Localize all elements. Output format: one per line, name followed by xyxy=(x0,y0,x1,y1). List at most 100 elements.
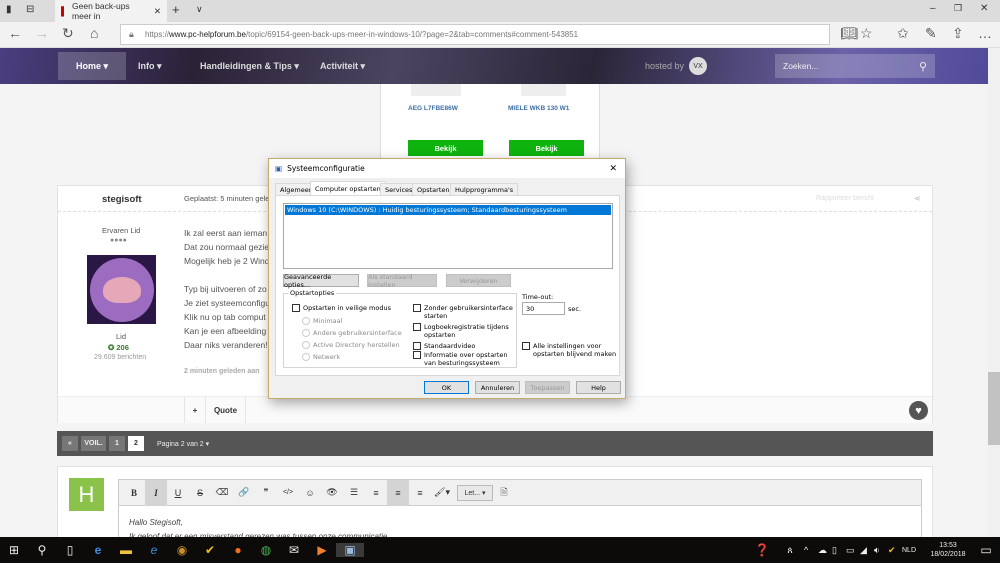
more-icon[interactable]: … xyxy=(978,25,992,41)
page-jump-dropdown[interactable]: Pagina 2 van 2 ▾ xyxy=(157,440,209,448)
nav-home[interactable]: Home ▾ xyxy=(58,52,126,80)
restore-icon[interactable]: ❐ xyxy=(954,3,962,14)
os-list-item[interactable]: Windows 10 (C:\WINDOWS) : Huidig besturi… xyxy=(285,205,611,215)
search-icon[interactable]: ⚲ xyxy=(28,543,56,557)
tab-actions-icon[interactable]: ▮ xyxy=(6,4,12,15)
first-page-button[interactable]: « xyxy=(62,436,78,451)
safe-mode-checkbox[interactable]: Opstarten in veilige modus xyxy=(292,304,391,312)
product-name[interactable]: AEG L7FBE86W xyxy=(408,105,458,112)
vx-logo[interactable]: VX xyxy=(689,57,708,75)
nav-activiteit[interactable]: Activiteit ▾ xyxy=(320,48,365,84)
norton-icon[interactable]: ✔ xyxy=(196,543,224,557)
task-view-icon[interactable]: ▯ xyxy=(56,543,84,557)
close-window-icon[interactable]: ✕ xyxy=(980,3,988,14)
nav-info[interactable]: Info ▾ xyxy=(138,48,162,84)
boot-log-checkbox[interactable]: Logboekregistratie tijdens opstarten xyxy=(413,323,513,339)
favorite-star-icon[interactable]: ☆ xyxy=(860,25,873,42)
home-icon[interactable]: ⌂ xyxy=(90,25,98,41)
numbered-list-icon[interactable]: ≡ xyxy=(365,480,387,506)
edge-icon[interactable]: e xyxy=(84,543,112,557)
set-default-button[interactable]: Als standaard instellen xyxy=(367,273,437,289)
ok-button[interactable]: OK xyxy=(424,381,469,394)
language-indicator[interactable]: NLD xyxy=(902,547,924,554)
bekijk-button[interactable]: Bekijk xyxy=(509,140,584,156)
mail-icon[interactable]: ✉ xyxy=(280,543,308,557)
source-document-icon[interactable]: 🗎︎ xyxy=(493,480,515,506)
eraser-icon[interactable]: ⌫ xyxy=(211,480,233,506)
bold-button[interactable]: B xyxy=(123,480,145,506)
page-2-button[interactable]: 2 xyxy=(128,436,144,451)
bullet-list-icon[interactable]: ☰ xyxy=(343,480,365,506)
cancel-button[interactable]: Annuleren xyxy=(475,381,520,394)
paint-brush-icon[interactable]: 🖌▾ xyxy=(431,480,453,506)
make-permanent-checkbox[interactable]: Alle instellingen voor opstarten blijven… xyxy=(522,342,618,358)
start-windows-icon[interactable]: ⊞ xyxy=(0,543,28,557)
underline-button[interactable]: U xyxy=(167,480,189,506)
internet-explorer-icon[interactable]: e xyxy=(140,543,168,557)
strikethrough-button[interactable]: S xyxy=(189,480,211,506)
norton-tray-icon[interactable]: ✔ xyxy=(888,545,902,556)
align-center-icon[interactable]: ≡ xyxy=(409,480,431,506)
share-icon[interactable]: ⇪ xyxy=(952,25,964,42)
heart-icon[interactable]: ♥ xyxy=(909,401,928,420)
no-gui-checkbox[interactable]: Zonder gebruikersinterface starten xyxy=(413,304,513,320)
tab-preview-icon[interactable]: ⊟ xyxy=(26,4,34,15)
product-name[interactable]: MIELE WKB 130 W1 xyxy=(508,105,569,112)
multiquote-button[interactable]: + xyxy=(184,397,206,423)
share-icon[interactable]: ⋖ xyxy=(914,194,921,203)
link-icon[interactable]: 🔗 xyxy=(233,480,255,506)
radio-minimaal[interactable]: Minimaal xyxy=(302,317,342,325)
author-name[interactable]: stegisoft xyxy=(102,194,142,205)
spoiler-eye-icon[interactable]: 👁 xyxy=(321,480,343,506)
help-icon[interactable]: ❓ xyxy=(748,543,776,557)
font-select[interactable]: Let... ▾ xyxy=(457,484,493,501)
chevron-down-icon[interactable]: ∨ xyxy=(196,4,203,15)
dialog-title-bar[interactable]: ▣ Systeemconfiguratie ✕ xyxy=(269,159,625,178)
help-button[interactable]: Help xyxy=(576,381,621,394)
forward-icon[interactable]: → xyxy=(35,25,49,41)
quote-icon[interactable]: ❞ xyxy=(255,480,277,506)
chrome-icon[interactable]: ◍ xyxy=(252,543,280,557)
page-1-button[interactable]: 1 xyxy=(109,436,125,451)
italic-button[interactable]: I xyxy=(145,479,167,506)
os-boot-info-checkbox[interactable]: Informatie over opstarten van besturings… xyxy=(413,351,513,367)
code-icon[interactable]: </> xyxy=(277,480,299,506)
back-icon[interactable]: ← xyxy=(8,25,22,41)
avatar[interactable] xyxy=(87,255,156,324)
base-video-checkbox[interactable]: Standaardvideo xyxy=(413,342,513,350)
radio-netwerk[interactable]: Netwerk xyxy=(302,353,340,361)
timeout-input[interactable]: 30 xyxy=(522,302,565,315)
refresh-icon[interactable]: ↻ xyxy=(62,25,74,42)
notes-pen-icon[interactable]: ✎ xyxy=(925,25,937,42)
emoji-icon[interactable]: ☺ xyxy=(299,480,321,506)
wifi-icon[interactable]: ◢ xyxy=(860,545,874,556)
radio-active-directory[interactable]: Active Directory herstellen xyxy=(302,341,400,349)
clock[interactable]: 13:53 18/02/2018 xyxy=(924,541,972,559)
page-scrollbar[interactable] xyxy=(988,48,1000,537)
app-icon[interactable]: ◉ xyxy=(168,543,196,557)
radio-andere-interface[interactable]: Andere gebruikersinterface xyxy=(302,329,402,337)
msconfig-taskbar-icon[interactable]: ▣ xyxy=(336,543,364,557)
os-list[interactable]: Windows 10 (C:\WINDOWS) : Huidig besturi… xyxy=(283,203,613,269)
apply-button[interactable]: Toepassen xyxy=(525,381,570,394)
firefox-icon[interactable]: ● xyxy=(224,543,252,557)
volume-icon[interactable]: 🔉︎ xyxy=(874,545,888,556)
nav-handleidingen[interactable]: Handleidingen & Tips ▾ xyxy=(200,48,299,84)
file-explorer-icon[interactable]: ▬ xyxy=(112,543,140,557)
quote-button[interactable]: Quote xyxy=(206,397,246,423)
usb-icon[interactable]: ▯ xyxy=(832,545,846,556)
browser-tab[interactable]: ▌ Geen back-ups meer in ✕ xyxy=(55,0,167,22)
scrollbar-thumb[interactable] xyxy=(988,372,1000,445)
search-input[interactable]: Zoeken... ⚲ xyxy=(775,54,935,78)
url-input[interactable]: 🔒︎ https://www.pc-helpforum.be/topic/691… xyxy=(120,24,830,45)
delete-button[interactable]: Verwijderen xyxy=(446,274,511,287)
align-left-icon[interactable]: ≡ xyxy=(387,479,409,506)
reading-view-icon[interactable]: 📖︎ xyxy=(840,25,858,42)
media-player-icon[interactable]: ▶ xyxy=(308,543,336,557)
tab-computer-opstarten[interactable]: Computer opstarten xyxy=(310,181,386,196)
show-hidden-icons[interactable]: ^ xyxy=(804,545,818,555)
search-icon[interactable]: ⚲ xyxy=(919,60,927,73)
close-icon[interactable]: ✕ xyxy=(609,164,617,174)
action-center-icon[interactable]: ▭ xyxy=(972,543,1000,557)
minimize-icon[interactable]: – xyxy=(930,3,936,14)
